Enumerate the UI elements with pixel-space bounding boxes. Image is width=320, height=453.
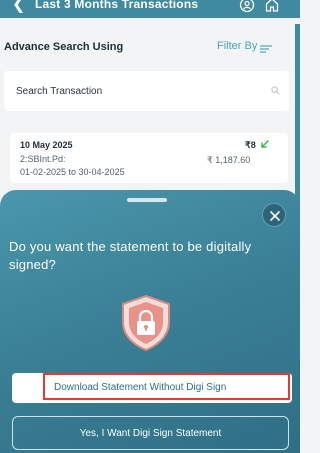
- back-chevron-icon[interactable]: ❮: [12, 0, 25, 14]
- page-title: Last 3 Months Transactions: [35, 0, 199, 11]
- download-without-digi-sign-label: Download Statement Without Digi Sign: [54, 382, 227, 393]
- shield-lock-icon: [122, 294, 170, 352]
- user-circle-icon[interactable]: [239, 0, 255, 13]
- transaction-card[interactable]: 10 May 2025 2:SBInt.Pd: 01-02-2025 to 30…: [10, 133, 288, 183]
- arrow-down-left-icon: [261, 140, 269, 148]
- transaction-amount: ₹ 1,187.60: [207, 155, 251, 165]
- search-icon[interactable]: [271, 86, 280, 95]
- yes-digi-sign-button[interactable]: Yes, I Want Digi Sign Statement: [12, 416, 289, 450]
- search-container: [4, 71, 289, 111]
- transaction-small-amount: ₹8: [245, 140, 256, 150]
- close-icon: [269, 210, 281, 222]
- close-button[interactable]: [262, 203, 286, 227]
- transaction-period: 01-02-2025 to 30-04-2025: [20, 167, 125, 177]
- top-app-bar: ❮ Last 3 Months Transactions: [0, 0, 300, 18]
- sheet-question: Do you want the statement to be digitall…: [9, 239, 252, 272]
- transaction-description: 2:SBInt.Pd:: [20, 154, 66, 164]
- filter-icon[interactable]: [260, 45, 272, 53]
- download-without-digi-sign-button[interactable]: Download Statement Without Digi Sign: [12, 373, 292, 403]
- transaction-date: 10 May 2025: [20, 140, 73, 150]
- search-transaction-input[interactable]: [16, 83, 256, 99]
- filter-by-link[interactable]: Filter By: [217, 40, 257, 52]
- digital-sign-bottom-sheet: Do you want the statement to be digitall…: [0, 190, 300, 453]
- advance-search-label: Advance Search Using: [4, 41, 124, 53]
- sheet-drag-handle[interactable]: [127, 198, 167, 202]
- home-icon[interactable]: [265, 0, 279, 13]
